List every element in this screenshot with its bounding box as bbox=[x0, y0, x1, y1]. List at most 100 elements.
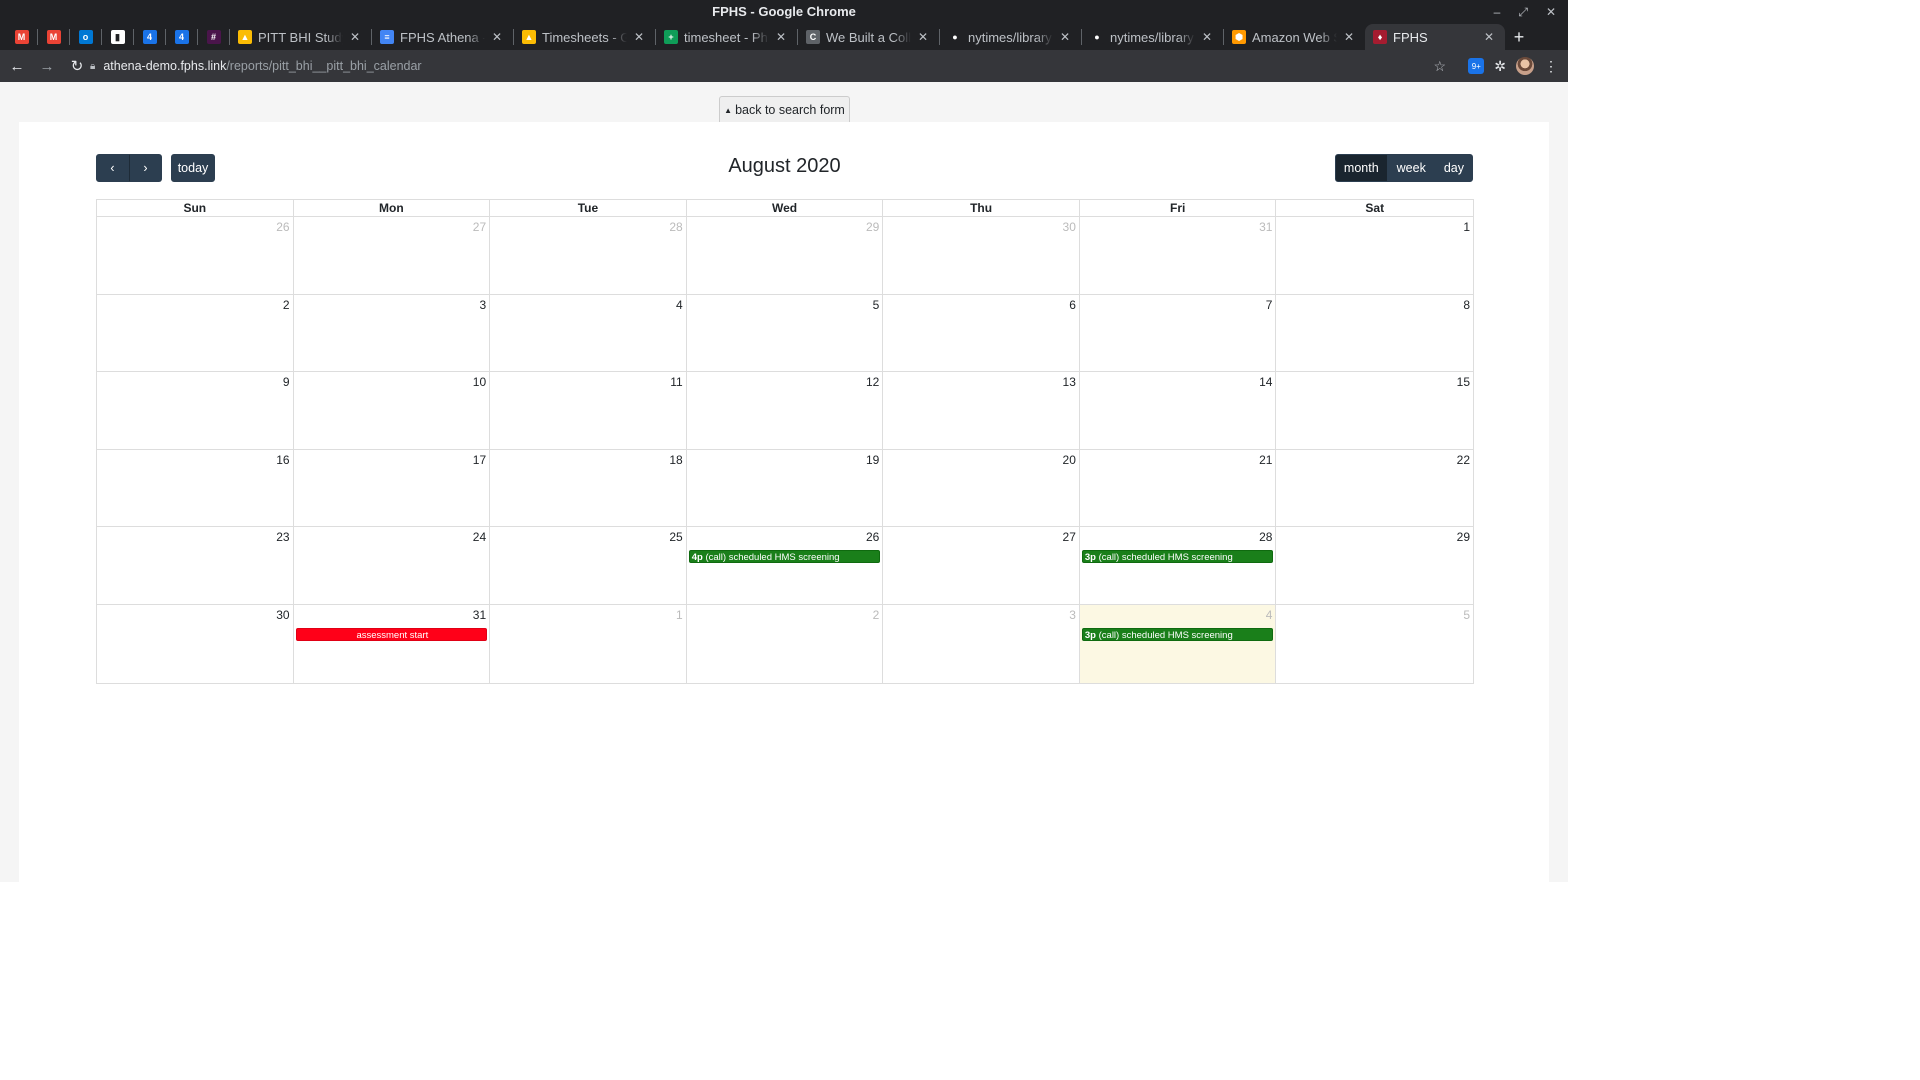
day-number[interactable]: 23 bbox=[276, 530, 289, 544]
day-number[interactable]: 20 bbox=[1063, 453, 1076, 467]
day-cell[interactable]: 22 bbox=[1276, 450, 1473, 527]
day-cell[interactable]: 1 bbox=[490, 604, 687, 683]
day-cell[interactable]: 26 bbox=[97, 217, 294, 294]
day-cell-today[interactable]: 4 3p (call) scheduled HMS screening bbox=[1079, 604, 1277, 683]
day-cell[interactable]: 29 bbox=[1276, 527, 1473, 604]
calendar-event[interactable]: 3p (call) scheduled HMS screening bbox=[1081, 627, 1274, 641]
calendar-event[interactable]: 3p (call) scheduled HMS screening bbox=[1081, 550, 1274, 564]
extension-icon[interactable]: 9+ bbox=[1468, 58, 1485, 74]
day-number[interactable]: 27 bbox=[1063, 530, 1076, 544]
tab-close-icon[interactable]: ✕ bbox=[1481, 30, 1497, 44]
browser-tab[interactable]: ≡ FPHS Athena - F ✕ bbox=[372, 24, 513, 50]
browser-tab[interactable]: ⬢ Amazon Web Se ✕ bbox=[1224, 24, 1365, 50]
tab-close-icon[interactable]: ✕ bbox=[489, 30, 505, 44]
day-number[interactable]: 2 bbox=[283, 298, 290, 312]
day-cell[interactable]: 12 bbox=[687, 372, 884, 449]
tab-close-icon[interactable]: ✕ bbox=[1199, 30, 1215, 44]
day-number[interactable]: 3 bbox=[1069, 608, 1076, 622]
day-cell[interactable]: 26 4p (call) scheduled HMS screening bbox=[687, 527, 884, 604]
tab-close-icon[interactable]: ✕ bbox=[1057, 30, 1073, 44]
new-tab-plus-icon[interactable]: + bbox=[1505, 24, 1533, 50]
day-cell[interactable]: 29 bbox=[687, 217, 884, 294]
day-cell[interactable]: 4 bbox=[490, 294, 687, 372]
day-number[interactable]: 5 bbox=[1463, 608, 1470, 622]
day-number[interactable]: 19 bbox=[866, 453, 879, 467]
browser-tab[interactable]: ● nytimes/library ✕ bbox=[940, 24, 1081, 50]
day-cell[interactable]: 19 bbox=[687, 449, 884, 527]
day-cell[interactable]: 2 bbox=[97, 294, 294, 372]
day-cell[interactable]: 6 bbox=[883, 294, 1080, 372]
month-view-button[interactable]: month bbox=[1334, 154, 1388, 182]
day-cell[interactable]: 3 bbox=[883, 604, 1080, 683]
day-cell[interactable]: 5 bbox=[687, 294, 884, 372]
day-number[interactable]: 4 bbox=[676, 298, 683, 312]
day-cell[interactable]: 18 bbox=[490, 449, 687, 527]
back-to-search-button[interactable]: ▲ back to search form bbox=[719, 96, 850, 123]
tab-close-icon[interactable]: ✕ bbox=[631, 30, 647, 44]
day-number[interactable]: 21 bbox=[1259, 453, 1272, 467]
day-cell[interactable]: 28 3p (call) scheduled HMS screening bbox=[1080, 527, 1277, 604]
day-number[interactable]: 15 bbox=[1457, 375, 1470, 389]
close-window-icon[interactable]: ✕ bbox=[1546, 0, 1556, 24]
browser-tab[interactable]: C We Built a Colla ✕ bbox=[798, 24, 939, 50]
day-number[interactable]: 27 bbox=[473, 220, 486, 234]
browser-tab[interactable]: 4 bbox=[134, 24, 165, 50]
day-number[interactable]: 28 bbox=[669, 220, 682, 234]
day-cell[interactable]: 8 bbox=[1276, 295, 1473, 372]
day-cell[interactable]: 27 bbox=[294, 217, 491, 294]
tab-close-icon[interactable]: ✕ bbox=[773, 30, 789, 44]
calendar-event[interactable]: assessment start bbox=[295, 627, 488, 641]
day-number[interactable]: 26 bbox=[276, 220, 289, 234]
day-cell[interactable]: 1 bbox=[1276, 217, 1473, 294]
day-cell[interactable]: 23 bbox=[97, 527, 294, 604]
day-cell[interactable]: 30 bbox=[883, 217, 1080, 294]
day-number[interactable]: 4 bbox=[1266, 608, 1273, 622]
day-number[interactable]: 31 bbox=[1259, 220, 1272, 234]
day-number[interactable]: 14 bbox=[1259, 375, 1272, 389]
day-cell[interactable]: 15 bbox=[1276, 372, 1473, 449]
day-number[interactable]: 28 bbox=[1259, 530, 1272, 544]
day-number[interactable]: 24 bbox=[473, 530, 486, 544]
day-cell[interactable]: 31 bbox=[1080, 217, 1277, 294]
day-number[interactable]: 31 bbox=[473, 608, 486, 622]
browser-tab[interactable]: ● nytimes/library ✕ bbox=[1082, 24, 1223, 50]
day-number[interactable]: 30 bbox=[276, 608, 289, 622]
day-number[interactable]: 17 bbox=[473, 453, 486, 467]
browser-tab[interactable]: ▲ Timesheets - Go ✕ bbox=[514, 24, 655, 50]
day-cell[interactable]: 17 bbox=[294, 449, 491, 527]
calendar-event[interactable]: 4p (call) scheduled HMS screening bbox=[688, 550, 881, 564]
day-cell[interactable]: 7 bbox=[1080, 294, 1277, 372]
browser-tab[interactable]: # bbox=[198, 24, 229, 50]
day-view-button[interactable]: day bbox=[1434, 154, 1473, 182]
day-number[interactable]: 30 bbox=[1063, 220, 1076, 234]
day-number[interactable]: 18 bbox=[669, 453, 682, 467]
day-cell[interactable]: 27 bbox=[883, 527, 1080, 604]
lock-icon[interactable]: 🔒︎ bbox=[90, 61, 95, 72]
day-number[interactable]: 3 bbox=[479, 298, 486, 312]
day-cell[interactable]: 30 bbox=[97, 604, 294, 683]
day-number[interactable]: 8 bbox=[1463, 298, 1470, 312]
bookmark-star-icon[interactable]: ☆ bbox=[1433, 58, 1446, 75]
day-cell[interactable]: 25 bbox=[490, 527, 687, 604]
day-number[interactable]: 9 bbox=[283, 375, 290, 389]
day-number[interactable]: 13 bbox=[1063, 375, 1076, 389]
day-number[interactable]: 7 bbox=[1266, 298, 1273, 312]
kebab-menu-icon[interactable]: ⋮ bbox=[1544, 58, 1558, 75]
week-view-button[interactable]: week bbox=[1387, 154, 1435, 182]
browser-tab[interactable]: o bbox=[70, 24, 101, 50]
prev-month-button[interactable]: ‹ bbox=[96, 154, 129, 182]
day-cell[interactable]: 24 bbox=[294, 527, 491, 604]
browser-tab[interactable]: ▲ PITT BHI Study - ✕ bbox=[230, 24, 371, 50]
day-cell[interactable]: 9 bbox=[97, 372, 294, 449]
tab-close-icon[interactable]: ✕ bbox=[915, 30, 931, 44]
day-number[interactable]: 29 bbox=[866, 220, 879, 234]
day-number[interactable]: 29 bbox=[1457, 530, 1470, 544]
address-bar[interactable]: 🔒︎ athena-demo.fphs.link/reports/pitt_bh… bbox=[90, 54, 1460, 78]
day-number[interactable]: 11 bbox=[670, 375, 682, 389]
day-number[interactable]: 2 bbox=[873, 608, 880, 622]
minimize-icon[interactable]: – bbox=[1494, 0, 1501, 24]
forward-arrow-icon[interactable]: → bbox=[34, 53, 60, 79]
today-button[interactable]: today bbox=[171, 154, 215, 182]
day-cell[interactable]: 2 bbox=[687, 604, 884, 683]
day-cell[interactable]: 13 bbox=[883, 372, 1080, 449]
